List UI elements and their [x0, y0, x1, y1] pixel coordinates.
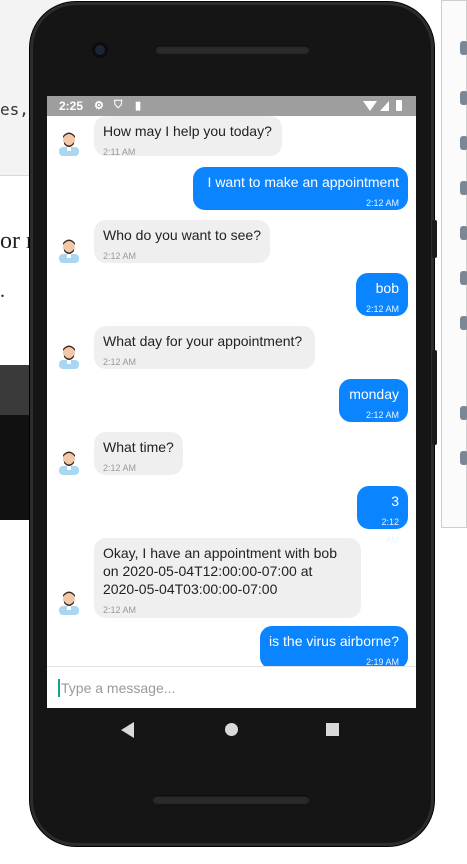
navigation-bar	[47, 708, 416, 752]
bottom-speaker	[152, 795, 310, 804]
bot-avatar-icon	[59, 239, 79, 263]
home-icon[interactable]	[225, 723, 238, 736]
message-text: How may I help you today?	[103, 123, 272, 139]
bot-message-bubble: What day for your appointment? 2:12 AM	[94, 326, 315, 369]
background-tool-panel	[441, 0, 467, 528]
tool-icon	[460, 41, 467, 55]
tool-icon	[460, 91, 467, 105]
message-timestamp: 2:12 AM	[103, 357, 137, 367]
recent-apps-icon[interactable]	[326, 723, 339, 736]
user-message-bubble: monday 2:12 AM	[339, 379, 408, 422]
message-text: 3	[391, 493, 399, 509]
tool-icon	[460, 316, 467, 330]
background-code-fragment: es,	[0, 100, 29, 119]
bot-message-bubble: How may I help you today? 2:11 AM	[94, 116, 282, 157]
battery-icon	[396, 100, 402, 111]
phone-screen: 2:25 ⚙ ⛉ ▮ How may I help you today? 2:1…	[47, 96, 416, 708]
user-message-bubble: bob 2:12 AM	[356, 273, 408, 316]
message-timestamp: 2:12 AM	[365, 304, 399, 314]
message-input[interactable]	[59, 675, 401, 701]
bot-avatar-icon	[59, 345, 79, 369]
bot-message-bubble: Who do you want to see? 2:12 AM	[94, 220, 270, 263]
tool-icon	[460, 451, 467, 465]
tool-icon	[460, 136, 467, 150]
status-bar: 2:25 ⚙ ⛉ ▮	[47, 96, 416, 116]
wifi-icon	[363, 101, 377, 111]
background-text-fragment-2: .	[0, 280, 5, 302]
background-text-fragment: or r	[0, 228, 34, 254]
message-timestamp: 2:12 AM	[103, 251, 137, 261]
bot-avatar-icon	[59, 451, 79, 475]
back-icon[interactable]	[121, 722, 134, 738]
user-message-bubble: I want to make an appointment 2:12 AM	[193, 167, 408, 210]
message-timestamp: 2:12 AM	[103, 605, 137, 615]
message-text: Who do you want to see?	[103, 227, 261, 243]
signal-icon	[380, 101, 389, 111]
message-timestamp: 2:12 AM	[365, 198, 399, 208]
user-message-bubble: 3 2:12 AM	[357, 486, 408, 545]
message-text: monday	[349, 386, 399, 402]
bot-avatar-icon	[59, 591, 79, 615]
sim-card-icon: ▮	[135, 100, 142, 112]
message-timestamp: 2:12 AM	[381, 517, 399, 545]
tool-icon	[460, 226, 467, 240]
earpiece-speaker	[155, 45, 310, 54]
message-text: bob	[375, 280, 399, 296]
message-text: is the virus airborne?	[269, 633, 399, 649]
message-timestamp: 2:12 AM	[103, 463, 137, 473]
tool-icon	[460, 181, 467, 195]
user-message-bubble: is the virus airborne? 2:19 AM	[260, 626, 408, 669]
settings-icon: ⚙	[94, 100, 104, 112]
message-list[interactable]: How may I help you today? 2:11 AM I want…	[47, 116, 416, 669]
front-camera	[92, 42, 108, 58]
message-timestamp: 2:11 AM	[103, 147, 136, 157]
power-button	[432, 220, 437, 258]
bot-message-bubble: Okay, I have an appointment with bob on …	[94, 538, 361, 618]
tool-icon	[460, 271, 467, 285]
message-composer	[47, 666, 416, 708]
message-text: What time?	[103, 439, 174, 455]
message-timestamp: 2:12 AM	[365, 410, 399, 420]
bot-message-bubble: What time? 2:12 AM	[94, 432, 183, 475]
volume-button	[432, 350, 437, 445]
tool-icon	[460, 406, 467, 420]
bot-avatar-icon	[59, 132, 79, 156]
message-text: What day for your appointment?	[103, 333, 303, 349]
message-text: Okay, I have an appointment with bob on …	[103, 545, 337, 597]
shield-icon: ⛉	[114, 99, 123, 111]
status-time: 2:25	[59, 99, 84, 113]
message-text: I want to make an appointment	[207, 174, 399, 190]
